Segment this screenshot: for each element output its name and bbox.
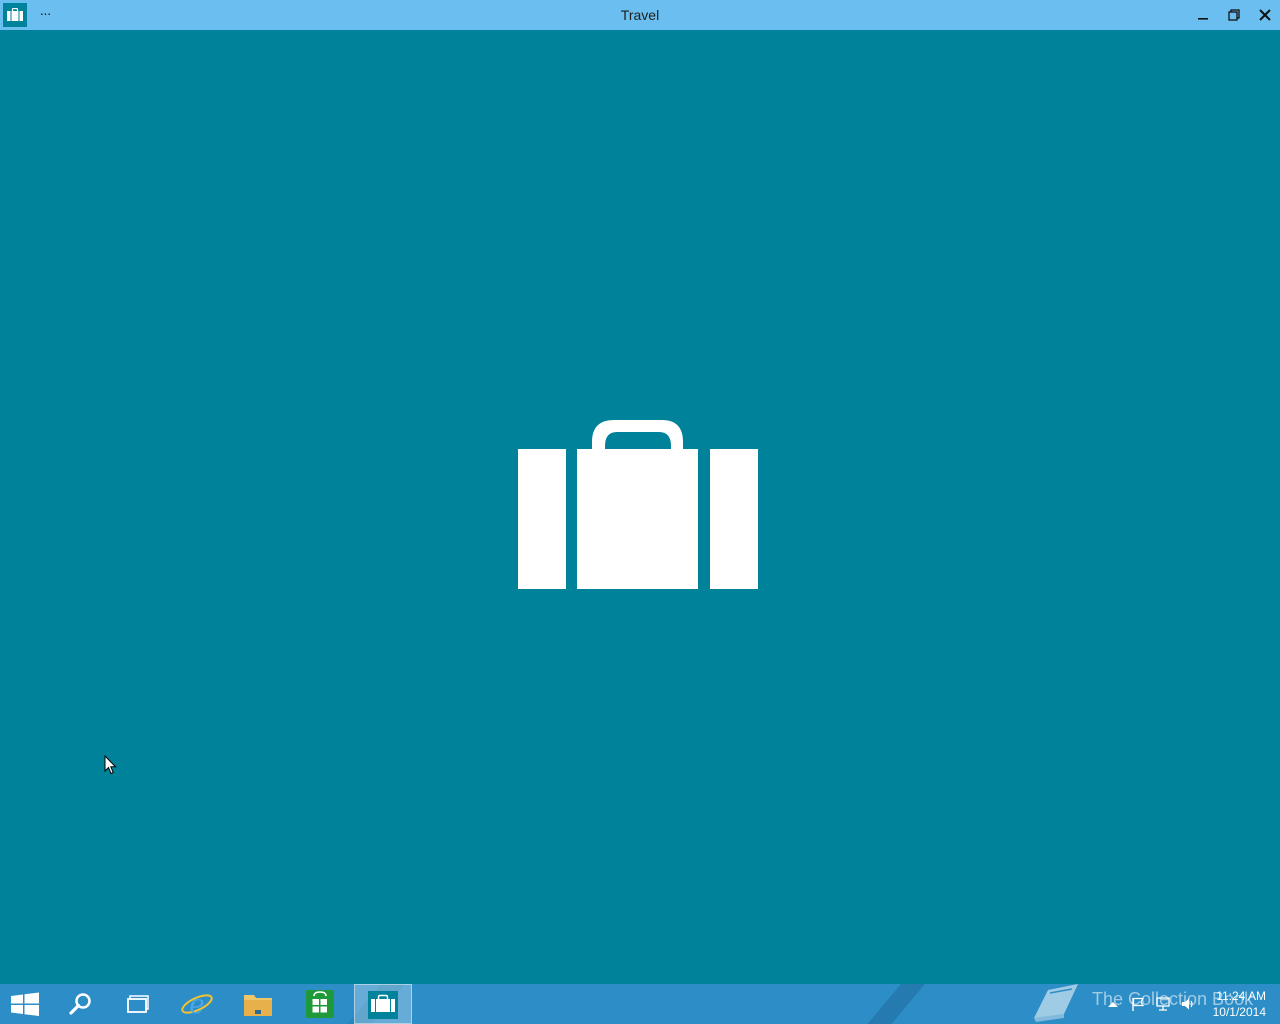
- clock-time: 11:24 AM: [1216, 989, 1266, 1003]
- internet-explorer-icon: e: [181, 990, 213, 1020]
- window-title: Travel: [620, 7, 660, 23]
- speaker-icon: [1182, 998, 1193, 1010]
- taskbar-decoration: [850, 984, 934, 1024]
- start-button[interactable]: [0, 984, 56, 1024]
- close-icon: [1259, 9, 1271, 21]
- search-button[interactable]: [52, 984, 108, 1024]
- taskbar: e The Collection Book 11:24 AM 10/1/2014: [0, 984, 1280, 1024]
- travel-app-button[interactable]: [354, 984, 412, 1024]
- network-icon: [1156, 997, 1170, 1011]
- search-icon: [69, 993, 91, 1015]
- briefcase-icon[interactable]: [3, 3, 27, 27]
- book-icon: [1028, 984, 1084, 1024]
- restore-button[interactable]: [1218, 0, 1250, 30]
- store-button[interactable]: [292, 984, 348, 1024]
- more-options-button[interactable]: ···: [34, 0, 56, 30]
- task-view-button[interactable]: [109, 984, 165, 1024]
- minimize-icon: [1198, 18, 1208, 20]
- store-bag-icon: [306, 990, 334, 1018]
- file-explorer-button[interactable]: [230, 984, 286, 1024]
- task-view-icon: [127, 995, 149, 1013]
- internet-explorer-button[interactable]: e: [169, 984, 225, 1024]
- close-button[interactable]: [1249, 0, 1280, 30]
- restore-icon: [1228, 9, 1240, 21]
- flag-icon: [1132, 997, 1145, 1011]
- minimize-button[interactable]: [1187, 0, 1219, 30]
- clock-date: 10/1/2014: [1212, 1005, 1266, 1019]
- network-button[interactable]: [1155, 996, 1171, 1012]
- svg-text:e: e: [189, 990, 204, 1020]
- volume-button[interactable]: [1180, 996, 1196, 1012]
- briefcase-icon: [518, 420, 758, 589]
- mouse-cursor-icon: [104, 754, 118, 780]
- system-clock[interactable]: 11:24 AM 10/1/2014: [1200, 988, 1266, 1020]
- windows-logo-icon: [11, 992, 39, 1016]
- title-bar: ··· Travel: [0, 0, 1280, 30]
- chevron-up-icon: [1108, 1002, 1118, 1007]
- show-hidden-icons-button[interactable]: [1105, 996, 1121, 1012]
- folder-icon: [244, 995, 272, 1016]
- briefcase-icon: [368, 991, 398, 1019]
- splash-screen: [518, 420, 758, 590]
- action-center-button[interactable]: [1130, 996, 1146, 1012]
